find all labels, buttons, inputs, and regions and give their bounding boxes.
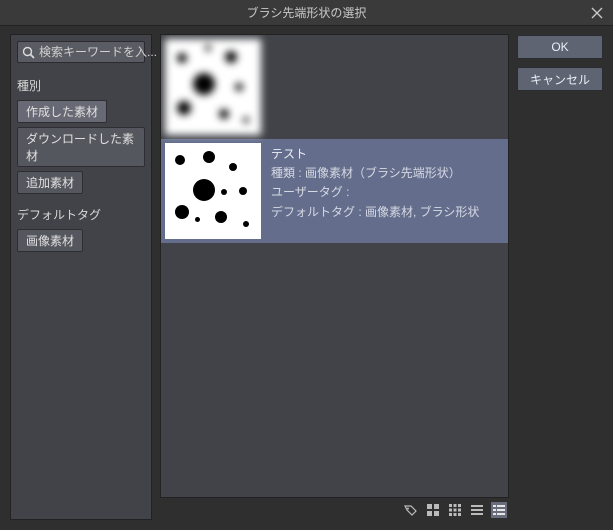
view-detail-icon (492, 503, 506, 517)
search-icon (22, 45, 35, 59)
tag-icon (404, 503, 418, 517)
sidebar-tag-image[interactable]: 画像素材 (17, 229, 83, 252)
center-column: テスト 種類 : 画像素材（ブラシ先端形状） ユーザータグ : デフォルトタグ … (160, 34, 509, 520)
view-grid-button[interactable] (447, 502, 463, 518)
view-large-button[interactable] (425, 502, 441, 518)
view-grid-icon (448, 503, 462, 517)
search-box[interactable] (17, 41, 145, 63)
sidebar-kind-added[interactable]: 追加素材 (17, 171, 83, 194)
material-thumbnail (165, 39, 261, 135)
sidebar-kind-downloaded[interactable]: ダウンロードした素材 (17, 127, 145, 167)
close-button[interactable] (581, 0, 613, 26)
list-item[interactable]: テスト 種類 : 画像素材（ブラシ先端形状） ユーザータグ : デフォルトタグ … (161, 139, 508, 243)
material-name: テスト (271, 145, 479, 164)
view-list-button[interactable] (469, 502, 485, 518)
material-kind-line: 種類 : 画像素材（ブラシ先端形状） (271, 164, 479, 183)
material-usertag-line: ユーザータグ : (271, 183, 479, 202)
material-meta: テスト 種類 : 画像素材（ブラシ先端形状） ユーザータグ : デフォルトタグ … (271, 143, 479, 239)
sidebar-group-kind-label: 種別 (17, 77, 145, 94)
titlebar: ブラシ先端形状の選択 (0, 0, 613, 26)
view-list-icon (470, 503, 484, 517)
list-item[interactable] (161, 35, 508, 139)
view-large-icon (426, 503, 440, 517)
dialog-title: ブラシ先端形状の選択 (247, 4, 367, 21)
sidebar: 種別 作成した素材 ダウンロードした素材 追加素材 デフォルトタグ 画像素材 (10, 34, 152, 520)
view-detail-button[interactable] (491, 502, 507, 518)
material-list: テスト 種類 : 画像素材（ブラシ先端形状） ユーザータグ : デフォルトタグ … (160, 34, 509, 498)
material-thumbnail (165, 143, 261, 239)
ok-button[interactable]: OK (517, 35, 603, 59)
dialog-buttons: OK キャンセル (517, 34, 603, 520)
sidebar-kind-created[interactable]: 作成した素材 (17, 100, 107, 123)
tag-toggle-button[interactable] (403, 502, 419, 518)
close-icon (591, 7, 603, 19)
sidebar-group-tag-label: デフォルトタグ (17, 206, 145, 223)
view-toolbar (160, 498, 509, 520)
material-default-line: デフォルトタグ : 画像素材, ブラシ形状 (271, 203, 479, 222)
cancel-button[interactable]: キャンセル (517, 67, 603, 91)
